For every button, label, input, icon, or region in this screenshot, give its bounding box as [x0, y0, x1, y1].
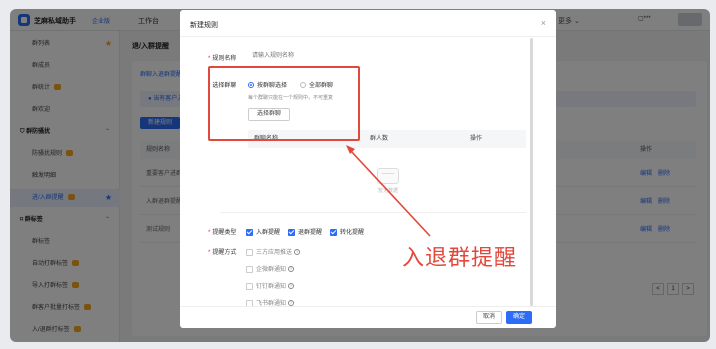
divider [180, 306, 556, 307]
dialog-title: 新建规则 [190, 22, 218, 29]
close-icon[interactable]: × [541, 18, 546, 28]
rule-name-label-text: 规则名称 [212, 56, 237, 62]
checkbox-checked-icon [330, 228, 337, 236]
checkbox-unchecked-icon [246, 265, 253, 273]
checkbox-unchecked-icon [246, 248, 253, 256]
annotation-label: 入退群提醒 [402, 246, 518, 271]
help-icon[interactable]: ? [294, 249, 301, 256]
empty-state: 暂无数据 [370, 168, 406, 194]
empty-inbox-icon [377, 168, 399, 184]
checkbox-checked-icon [288, 228, 295, 236]
checkbox-label: 退群提醒 [298, 230, 323, 236]
checkbox-label: 钉钉群通知 [256, 284, 287, 290]
rule-name-label: * 规则名称 [208, 56, 237, 62]
checkbox-leave-remind[interactable]: 退群提醒 [288, 227, 322, 236]
divider [220, 212, 526, 213]
checkbox-label: 转化提醒 [340, 230, 365, 236]
remind-way-label-text: 提醒方式 [212, 250, 237, 256]
checkbox-join-remind[interactable]: 入群提醒 [246, 227, 280, 236]
remind-way-label: * 提醒方式 [208, 250, 237, 256]
divider [180, 36, 556, 37]
help-icon[interactable]: ? [288, 283, 295, 290]
checkbox-label: 企微群通知 [256, 267, 287, 273]
checkbox-unchecked-icon [246, 282, 253, 290]
annotation-highlight-box [208, 66, 360, 141]
new-rule-dialog: 新建规则 × *规则名称 *选择群聊 按群聊选择 全部群聊 每个群聊只能在一个规… [180, 10, 556, 328]
column-member-count: 群人数 [370, 136, 389, 142]
checkbox-convert-remind[interactable]: 转化提醒 [330, 227, 364, 236]
checkbox-label: 入群提醒 [256, 230, 281, 236]
checkbox-checked-icon [246, 228, 253, 236]
column-ops: 操作 [470, 136, 483, 142]
remind-type-label: * 提醒类型 [208, 230, 237, 236]
empty-text: 暂无数据 [377, 188, 398, 194]
help-icon[interactable]: ? [288, 266, 295, 273]
checkbox-third-party[interactable]: 三方应用推送? [246, 247, 301, 256]
remind-type-label-text: 提醒类型 [212, 230, 237, 236]
confirm-button[interactable]: 确定 [506, 311, 532, 324]
checkbox-wecom-notify[interactable]: 企微群通知? [246, 264, 295, 273]
checkbox-dingtalk-notify[interactable]: 钉钉群通知? [246, 281, 295, 290]
scrollbar[interactable] [530, 38, 533, 306]
cancel-button[interactable]: 取消 [476, 311, 502, 324]
checkbox-label: 三方应用推送 [256, 250, 293, 256]
rule-name-input[interactable] [248, 50, 526, 62]
app-window: 芝麻私域助手 企业版 工作台 更多 ⌄ ▢*** 群列表★ 群成员 群统计 群欢… [10, 9, 710, 342]
